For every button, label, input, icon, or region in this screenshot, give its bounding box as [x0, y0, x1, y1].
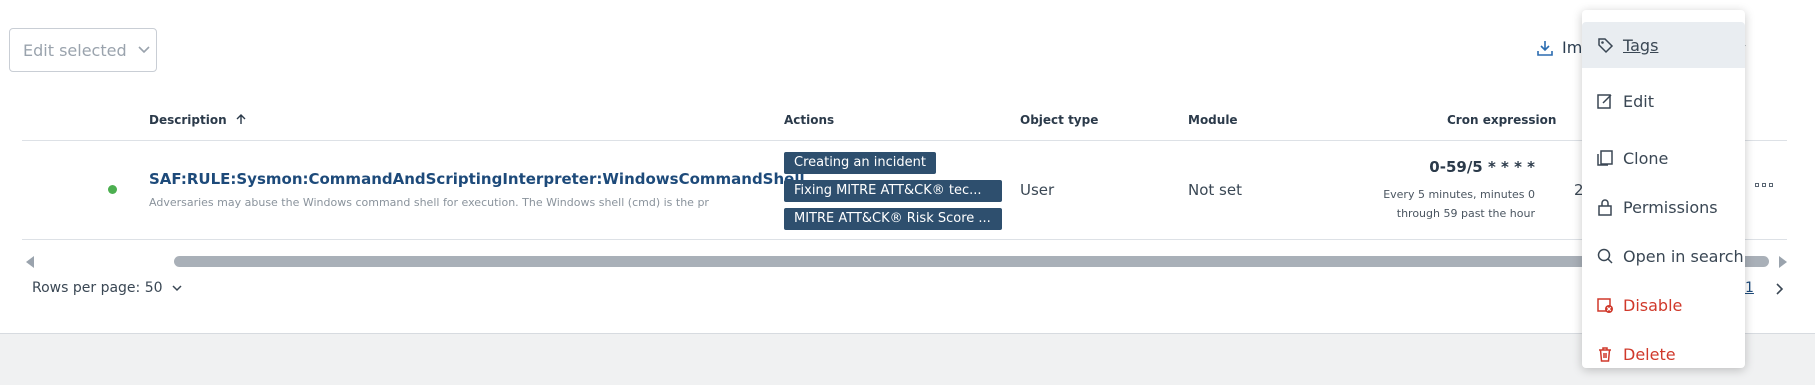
action-tag: Fixing MITRE ATT&CK® tec... [784, 180, 1002, 202]
menu-item-open-in-search[interactable]: Open in search [1582, 233, 1745, 279]
column-header-module[interactable]: Module [1188, 113, 1238, 127]
disable-icon [1596, 296, 1614, 314]
object-type-value: User [1020, 181, 1055, 199]
menu-item-tags[interactable]: Tags [1582, 22, 1745, 68]
header-divider [22, 140, 1787, 141]
menu-item-label: Disable [1623, 295, 1683, 315]
cron-description-line: through 59 past the hour [1396, 207, 1535, 220]
column-header-object-type[interactable]: Object type [1020, 113, 1098, 127]
lock-icon [1596, 198, 1614, 216]
row-divider [22, 239, 1787, 240]
menu-item-disable[interactable]: Disable [1582, 282, 1745, 328]
menu-item-label: Tags [1623, 35, 1659, 55]
action-tag: MITRE ATT&CK® Risk Score ... [784, 208, 1002, 230]
cron-expression: 0-59/5 * * * * [1429, 158, 1535, 176]
menu-item-edit[interactable]: Edit [1582, 78, 1745, 124]
scroll-right-arrow[interactable] [1779, 256, 1787, 268]
cron-description-line: Every 5 minutes, minutes 0 [1383, 188, 1535, 201]
row-actions-menu: Tags Edit Clone Permissions Open in sear… [1582, 10, 1745, 368]
menu-item-label: Permissions [1623, 197, 1718, 217]
action-tag: Creating an incident [784, 152, 936, 174]
more-options-icon[interactable] [1755, 183, 1773, 187]
cron-description: Every 5 minutes, minutes 0 through 59 pa… [1335, 185, 1535, 223]
horizontal-scrollbar[interactable] [174, 256, 1769, 267]
import-label: Im [1562, 38, 1583, 57]
sort-ascending-icon [236, 114, 246, 124]
column-header-description[interactable]: Description [149, 113, 247, 127]
column-header-description-label: Description [149, 113, 227, 127]
menu-item-label: Delete [1623, 344, 1676, 364]
rows-per-page-select[interactable]: Rows per page: 50 [32, 280, 183, 296]
trash-icon [1596, 345, 1614, 363]
import-button[interactable]: Im [1536, 38, 1582, 57]
rule-description: Adversaries may abuse the Windows comman… [149, 196, 709, 209]
status-indicator [108, 185, 117, 194]
scroll-left-arrow[interactable] [26, 256, 34, 268]
menu-item-permissions[interactable]: Permissions [1582, 184, 1745, 230]
page-number-link[interactable]: 1 [1745, 280, 1754, 296]
edit-icon [1596, 92, 1614, 110]
search-icon [1596, 247, 1614, 265]
module-value: Not set [1188, 181, 1242, 199]
menu-item-label: Open in search [1623, 246, 1744, 266]
menu-item-label: Clone [1623, 148, 1669, 168]
chevron-right-icon[interactable] [1774, 281, 1784, 300]
edit-selected-dropdown[interactable]: Edit selected [9, 28, 157, 72]
rules-panel: Edit selected Im ls Description Actions … [0, 0, 1815, 334]
column-header-cron[interactable]: Cron expression [1447, 113, 1556, 127]
rows-per-page-label: Rows per page: 50 [32, 280, 163, 296]
menu-item-clone[interactable]: Clone [1582, 135, 1745, 181]
clone-icon [1596, 149, 1614, 167]
chevron-down-icon [137, 45, 151, 55]
chevron-down-icon [171, 285, 182, 292]
column-header-actions[interactable]: Actions [784, 113, 834, 127]
rule-name-link[interactable]: SAF:RULE:Sysmon:CommandAndScriptingInter… [149, 170, 805, 188]
download-icon [1536, 39, 1554, 57]
menu-item-delete[interactable]: Delete [1582, 331, 1745, 377]
edit-selected-label: Edit selected [23, 40, 127, 60]
tag-icon [1596, 36, 1614, 54]
menu-item-label: Edit [1623, 91, 1654, 111]
